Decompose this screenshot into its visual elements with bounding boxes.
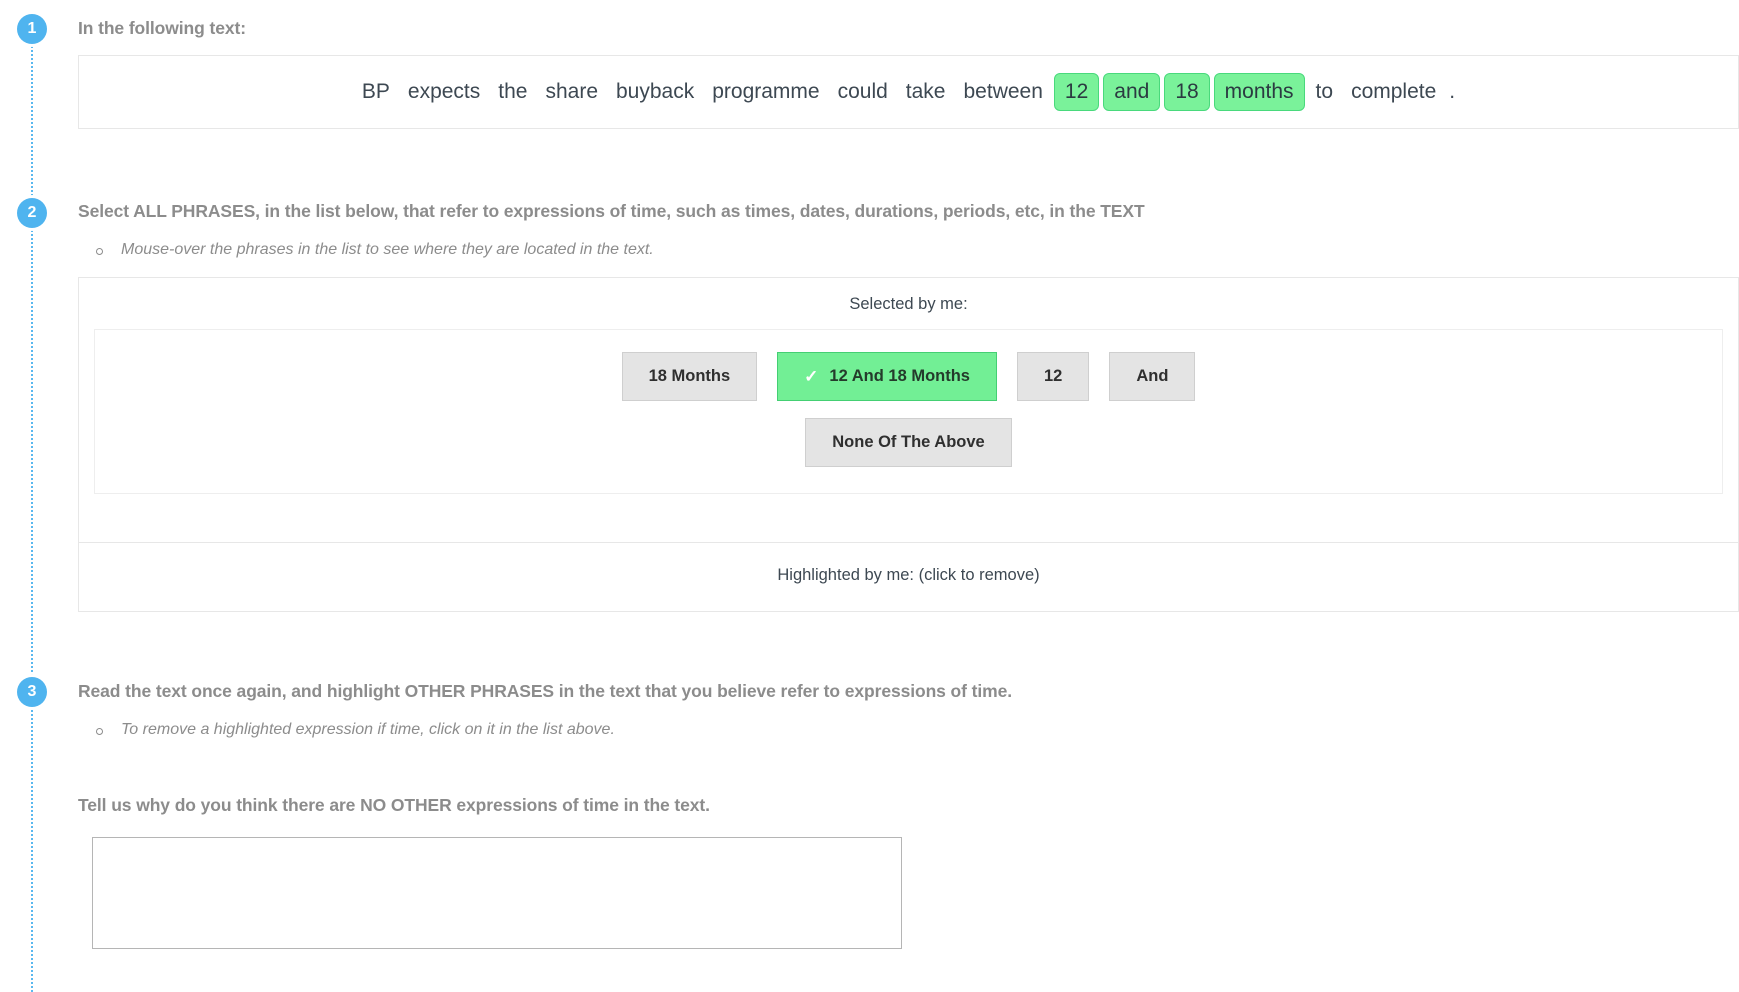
phrase-chip-label: And: [1136, 367, 1169, 385]
highlighted-token[interactable]: 18: [1164, 72, 1210, 112]
highlighted-token[interactable]: months: [1213, 72, 1305, 112]
text-token[interactable]: between: [955, 74, 1052, 110]
text-token[interactable]: programme: [703, 74, 828, 110]
text-token[interactable]: to: [1307, 74, 1343, 110]
check-icon: ✓: [804, 366, 819, 386]
no-other-expressions-question: Tell us why do you think there are NO OT…: [78, 795, 710, 815]
phrase-chip[interactable]: ✓ 12 And 18 Months: [777, 352, 997, 401]
text-token[interactable]: buyback: [607, 74, 703, 110]
step-badge-1: 1: [17, 14, 47, 44]
phrase-chip[interactable]: 18 Months: [621, 352, 758, 401]
text-token[interactable]: could: [829, 74, 897, 110]
section3-heading: Read the text once again, and highlight …: [78, 681, 1012, 701]
text-token[interactable]: share: [536, 74, 607, 110]
phrase-chip-row-2: None Of The Above: [95, 417, 1722, 467]
selected-by-me-label: Selected by me:: [849, 295, 968, 313]
text-token[interactable]: .: [1445, 74, 1464, 110]
section3-hint-row: To remove a highlighted expression if ti…: [96, 719, 615, 741]
phrase-chip[interactable]: 12: [1016, 352, 1090, 401]
step-badge-2: 2: [17, 198, 47, 228]
phrase-chip-label: 12 And 18 Months: [829, 367, 970, 385]
content-column: In the following text: BP expects the share…: [78, 0, 1739, 992]
text-token[interactable]: take: [897, 74, 955, 110]
highlighted-by-me-label[interactable]: Highlighted by me: (click to remove): [79, 543, 1738, 611]
phrase-chip[interactable]: None Of The Above: [805, 417, 1012, 467]
text-token[interactable]: the: [489, 74, 536, 110]
step-rail-dotted-line: [31, 42, 33, 992]
phrase-chip-label: 12: [1043, 367, 1063, 385]
source-text-tokens[interactable]: BP expects the share buyback programme could ta…: [353, 72, 1464, 112]
phrase-chip-row-1: 18 Months ✓ 12 And 18 Months 12 And: [95, 352, 1722, 401]
bullet-icon: [96, 248, 103, 255]
phrase-chip-label: 18 Months: [648, 367, 731, 385]
phrase-selection-panel: Selected by me: 18 Months ✓ 12 And 18 Mont…: [78, 277, 1739, 612]
step-rail: 1 2 3: [0, 0, 78, 992]
text-token[interactable]: BP: [353, 74, 399, 110]
source-text-panel: BP expects the share buyback programme could ta…: [78, 55, 1739, 129]
phrase-chip[interactable]: And: [1109, 352, 1196, 401]
highlighted-token[interactable]: and: [1103, 72, 1161, 112]
section2-hint-row: Mouse-over the phrases in the list to se…: [96, 239, 654, 261]
section1-heading: In the following text:: [78, 18, 246, 38]
text-token[interactable]: complete: [1342, 74, 1445, 110]
step-badge-3: 3: [17, 677, 47, 707]
phrase-chips-container: 18 Months ✓ 12 And 18 Months 12 And None Of …: [94, 329, 1723, 494]
section2-heading: Select ALL PHRASES, in the list below, t…: [78, 201, 1145, 221]
bullet-icon: [96, 728, 103, 735]
phrase-chip-label: None Of The Above: [832, 432, 985, 451]
panel-spacer: [79, 494, 1738, 542]
explanation-textarea[interactable]: [92, 837, 902, 949]
section2-hint-text: Mouse-over the phrases in the list to se…: [121, 241, 654, 258]
highlighted-token[interactable]: 12: [1053, 72, 1100, 112]
section3-hint-text: To remove a highlighted expression if ti…: [121, 721, 615, 738]
task-page: 1 2 3 In the following text: BP expects th…: [0, 0, 1739, 992]
text-token[interactable]: expects: [399, 74, 489, 110]
